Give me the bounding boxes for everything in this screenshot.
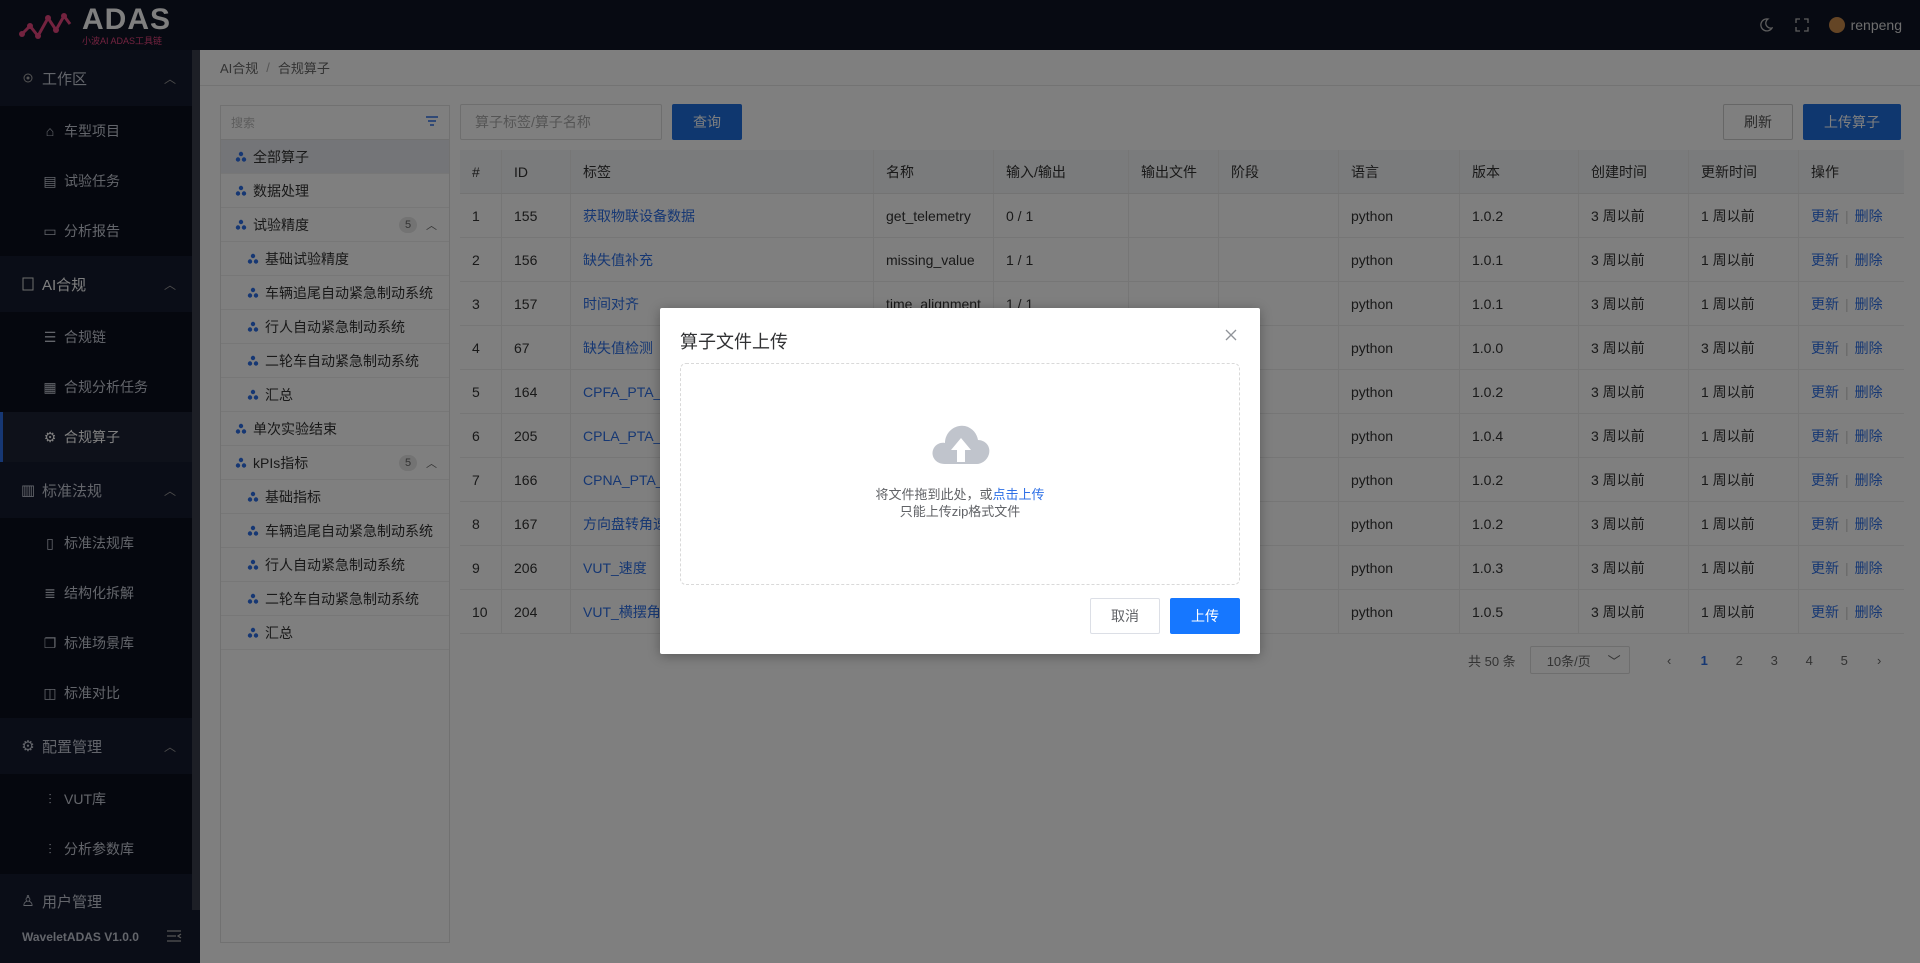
- upload-button[interactable]: 上传: [1170, 598, 1240, 634]
- close-icon[interactable]: [1224, 328, 1240, 344]
- upload-hint: 只能上传zip格式文件: [899, 504, 1021, 519]
- cloud-upload-icon: [932, 425, 990, 464]
- upload-dropzone[interactable]: 将文件拖到此处，或点击上传 只能上传zip格式文件: [680, 363, 1240, 585]
- upload-dialog: 算子文件上传 将文件拖到此处，或点击上传 只能上传zip格式文件 取消 上传: [660, 308, 1260, 654]
- cancel-button[interactable]: 取消: [1090, 598, 1160, 634]
- drop-text: 将文件拖到此处，或: [875, 487, 993, 502]
- click-upload-link[interactable]: 点击上传: [993, 487, 1045, 502]
- dialog-title: 算子文件上传: [680, 332, 788, 352]
